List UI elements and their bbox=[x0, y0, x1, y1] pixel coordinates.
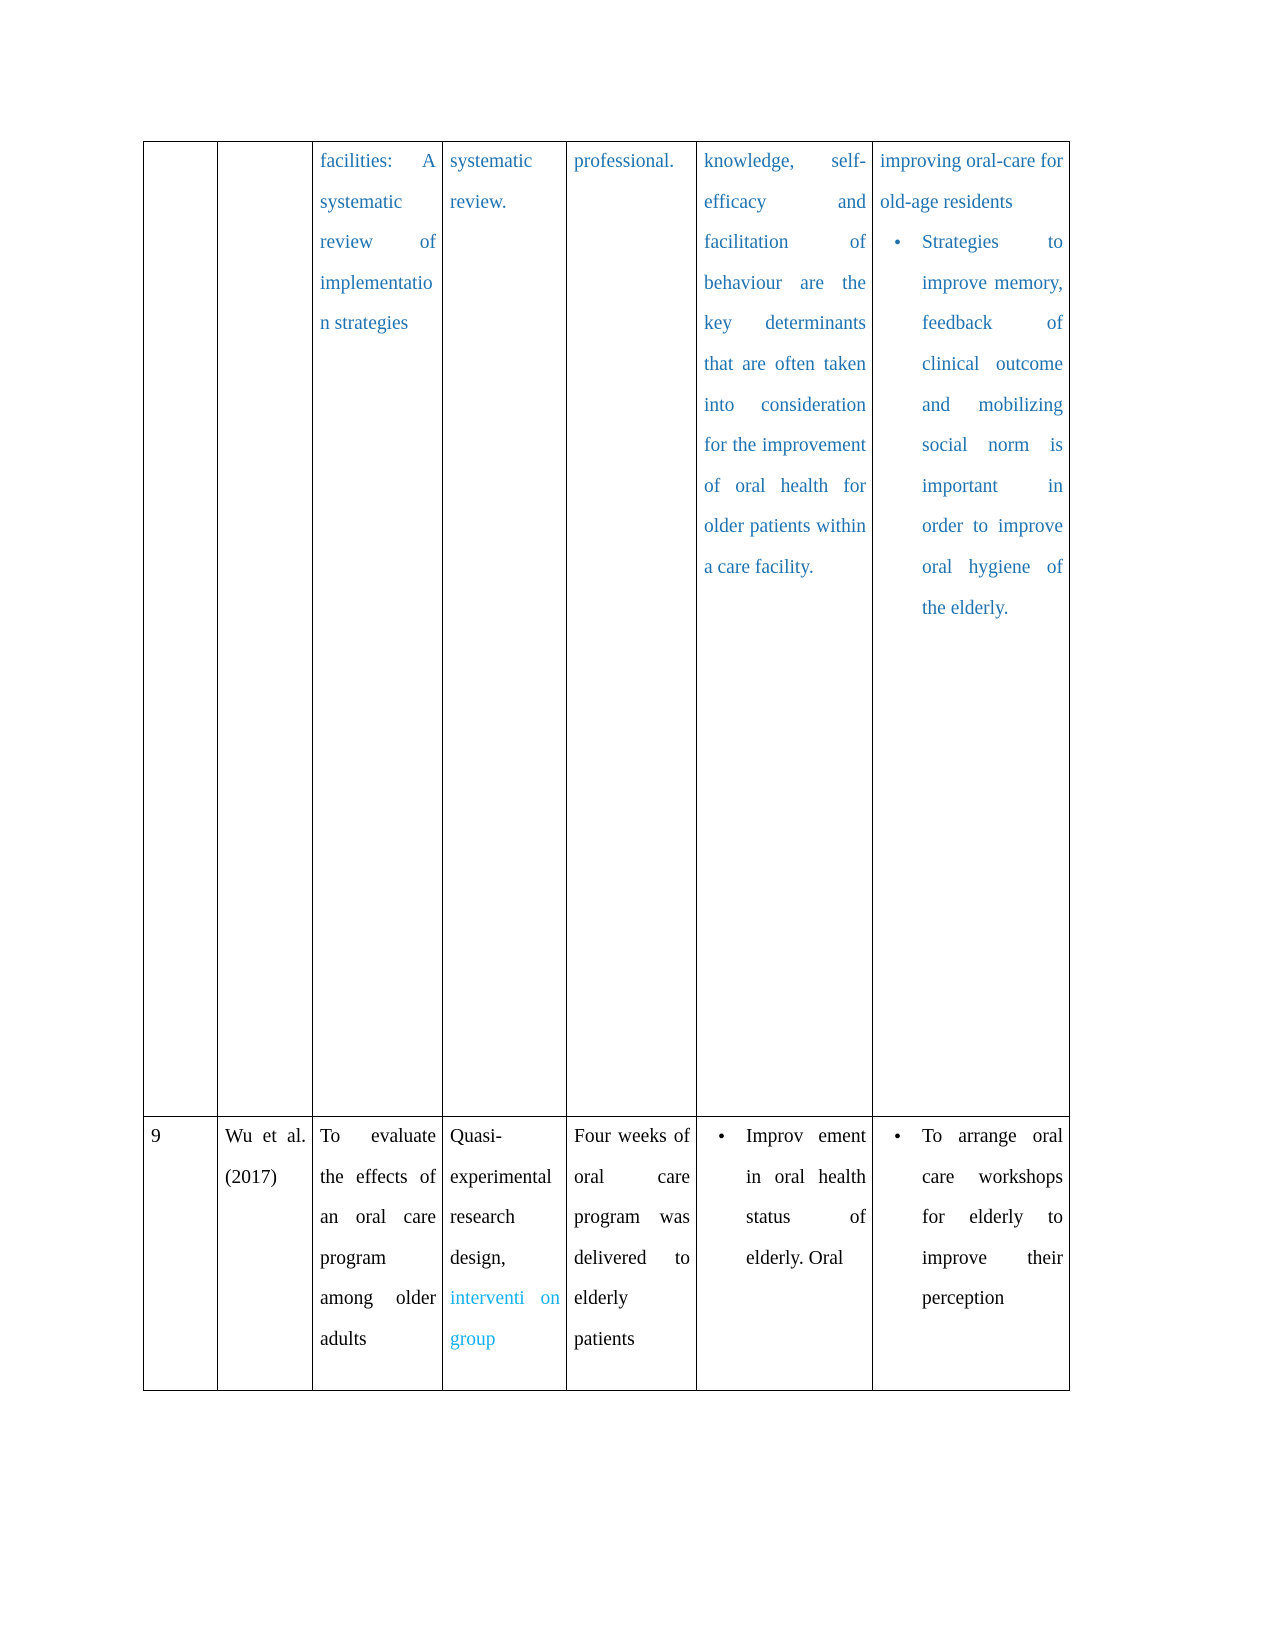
table-row: facilities: A systematic review of imple… bbox=[143, 141, 1070, 1117]
recommendation-bullet-list: Strategies to improve memory, feedback o… bbox=[880, 223, 1063, 629]
cell-objective: facilities: A systematic review of imple… bbox=[312, 141, 443, 1117]
cell-no bbox=[143, 141, 218, 1117]
cell-intervention: professional. bbox=[566, 141, 697, 1117]
cell-author-year: Wu et al. (2017) bbox=[217, 1116, 313, 1391]
findings-bullet-list: Improv ement in oral health status of el… bbox=[704, 1117, 866, 1279]
cell-objective: To evaluate the effects of an oral care … bbox=[312, 1116, 443, 1391]
cell-intervention: Four weeks of oral care program was deli… bbox=[566, 1116, 697, 1391]
cell-findings: Improv ement in oral health status of el… bbox=[696, 1116, 873, 1391]
list-item: Improv ement in oral health status of el… bbox=[704, 1117, 866, 1279]
table-row: 9 Wu et al. (2017) To evaluate the effec… bbox=[143, 1116, 1070, 1391]
cell-design: systematic review. bbox=[442, 141, 567, 1117]
matrix-table-container: facilities: A systematic review of imple… bbox=[143, 141, 1070, 1391]
cell-findings: knowledge, self-efficacy and facilitatio… bbox=[696, 141, 873, 1117]
cell-design: Quasi-experimental research design, inte… bbox=[442, 1116, 567, 1391]
literature-matrix-table: facilities: A systematic review of imple… bbox=[143, 141, 1070, 1391]
cell-recommendations: improving oral-care for old-age resident… bbox=[872, 141, 1070, 1117]
list-item: To arrange oral care workshops for elder… bbox=[880, 1117, 1063, 1320]
document-page: facilities: A systematic review of imple… bbox=[0, 0, 1275, 1650]
cell-recommendations: To arrange oral care workshops for elder… bbox=[872, 1116, 1070, 1391]
recommendation-bullet-list: To arrange oral care workshops for elder… bbox=[880, 1117, 1063, 1320]
list-item: Strategies to improve memory, feedback o… bbox=[880, 223, 1063, 629]
cell-author-year bbox=[217, 141, 313, 1117]
cell-no: 9 bbox=[143, 1116, 218, 1391]
